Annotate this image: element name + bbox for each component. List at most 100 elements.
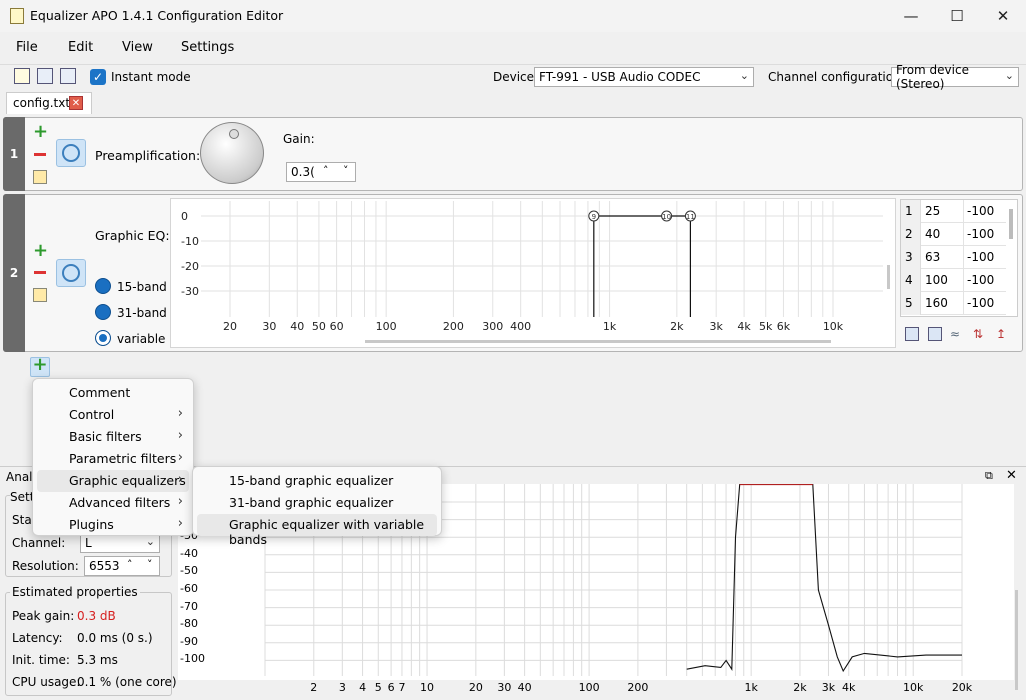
x-tick-label: 100 <box>376 320 397 333</box>
submenu-item[interactable]: Graphic equalizer with variable bands <box>197 514 437 547</box>
table-scrollbar[interactable] <box>1009 209 1013 239</box>
property-label: Peak gain: <box>12 609 75 623</box>
import-icon[interactable] <box>928 327 942 341</box>
x-tick-label: 200 <box>443 320 464 333</box>
radio-31-band[interactable] <box>95 304 111 320</box>
chevron-down-icon: ⌄ <box>1004 69 1014 82</box>
gain-cell[interactable]: -100 <box>967 273 994 287</box>
edit-icon[interactable] <box>33 288 47 302</box>
power-toggle-button[interactable] <box>56 259 86 287</box>
device-select[interactable]: FT-991 - USB Audio CODEC ⌄ <box>534 67 754 87</box>
gain-cell[interactable]: -100 <box>967 227 994 241</box>
spin-down-icon[interactable]: ˅ <box>147 558 153 571</box>
add-filter-button[interactable]: + <box>30 356 50 377</box>
eq-horizontal-scrollbar[interactable] <box>365 340 831 343</box>
table-row[interactable]: 1 25 -100 <box>901 200 1006 223</box>
menu-bar: File Edit View Settings <box>0 34 1026 60</box>
y-tick-label: -80 <box>180 617 198 631</box>
preamp-title: Preamplification: <box>95 148 201 163</box>
close-panel-icon[interactable]: ✕ <box>1006 468 1017 483</box>
menu-item-label: Comment <box>69 385 131 400</box>
channel-config-select[interactable]: From device (Stereo) ⌄ <box>891 63 1019 91</box>
remove-filter-icon[interactable] <box>34 271 46 274</box>
x-tick-label: 100 <box>578 681 600 694</box>
menu-view[interactable]: View <box>122 40 153 55</box>
menu-item-graphic-equalizers[interactable]: Graphic equalizers › <box>37 470 189 492</box>
x-tick-label: 20 <box>468 681 483 694</box>
frequency-cell[interactable]: 63 <box>925 250 940 264</box>
menu-file[interactable]: File <box>16 40 38 55</box>
menu-item-label: Graphic equalizers <box>69 473 186 488</box>
table-row[interactable]: 5 160 -100 <box>901 292 1006 315</box>
save-icon[interactable] <box>905 327 919 341</box>
gain-cell[interactable]: -100 <box>967 296 994 310</box>
new-file-icon[interactable] <box>14 68 30 84</box>
menu-item-basic-filters[interactable]: Basic filters › <box>37 426 189 448</box>
menu-item-control[interactable]: Control › <box>37 404 189 426</box>
x-tick-label: 5k <box>759 320 773 333</box>
edit-icon[interactable] <box>33 170 47 184</box>
property-value: 0.0 ms (0 s.) <box>77 631 153 645</box>
submenu-item[interactable]: 15-band graphic equalizer <box>197 470 437 492</box>
notepad-icon <box>10 8 24 24</box>
menu-item-plugins[interactable]: Plugins › <box>37 514 189 536</box>
gain-knob[interactable] <box>200 122 264 184</box>
table-row[interactable]: 4 100 -100 <box>901 269 1006 292</box>
channel-select[interactable]: L ⌄ <box>80 533 160 553</box>
add-filter-icon[interactable]: + <box>33 242 48 260</box>
float-panel-icon[interactable]: ⧉ <box>985 469 993 483</box>
save-as-icon[interactable] <box>60 68 76 84</box>
menu-item-comment[interactable]: Comment <box>37 382 189 404</box>
chevron-right-icon: › <box>177 450 183 465</box>
spin-up-icon[interactable]: ˄ <box>127 558 133 571</box>
menu-edit[interactable]: Edit <box>68 40 93 55</box>
gain-value: 0.3( <box>291 165 315 179</box>
analysis-scrollbar[interactable] <box>1015 590 1018 690</box>
normalize-icon[interactable]: ↥ <box>996 327 1012 341</box>
power-toggle-button[interactable] <box>56 139 86 167</box>
eq-vertical-scrollbar[interactable] <box>887 265 890 289</box>
gain-cell[interactable]: -100 <box>967 250 994 264</box>
close-icon[interactable]: ✕ <box>980 0 1026 32</box>
property-value: 0.1 % (one core) <box>77 675 177 689</box>
close-tab-icon[interactable]: ✕ <box>69 96 83 110</box>
frequency-cell[interactable]: 100 <box>925 273 948 287</box>
gain-cell[interactable]: -100 <box>967 204 994 218</box>
add-filter-menu: Comment Control › Basic filters › Parametric … <box>32 378 194 536</box>
invert-icon[interactable]: ⇅ <box>973 327 989 341</box>
y-tick-label: -90 <box>180 634 198 648</box>
chevron-right-icon: › <box>177 472 183 487</box>
flatten-icon[interactable]: ≈ <box>950 327 966 341</box>
submenu-item[interactable]: 31-band graphic equalizer <box>197 492 437 514</box>
frequency-cell[interactable]: 40 <box>925 227 940 241</box>
menu-item-advanced-filters[interactable]: Advanced filters › <box>37 492 189 514</box>
spin-down-icon[interactable]: ˅ <box>343 164 349 177</box>
frequency-cell[interactable]: 25 <box>925 204 940 218</box>
column-divider <box>963 292 964 315</box>
spin-up-icon[interactable]: ˄ <box>323 164 329 177</box>
table-row[interactable]: 3 63 -100 <box>901 246 1006 269</box>
property-value: 0.3 dB <box>77 609 116 623</box>
minimize-icon[interactable]: — <box>888 0 934 32</box>
remove-filter-icon[interactable] <box>34 153 46 156</box>
add-filter-icon[interactable]: + <box>33 123 48 141</box>
save-icon[interactable] <box>37 68 53 84</box>
maximize-icon[interactable]: ☐ <box>934 0 980 32</box>
device-value: FT-991 - USB Audio CODEC <box>539 70 701 84</box>
resolution-spinbox[interactable]: 6553 ˄ ˅ <box>84 556 160 576</box>
menu-item-parametric-filters[interactable]: Parametric filters › <box>37 448 189 470</box>
chevron-right-icon: › <box>177 516 183 531</box>
instant-mode-checkbox[interactable]: ✓ <box>90 69 106 85</box>
table-row[interactable]: 2 40 -100 <box>901 223 1006 246</box>
menu-item-label: Parametric filters <box>69 451 177 466</box>
gain-spinbox[interactable]: 0.3( ˄ ˅ <box>286 162 356 182</box>
radio-variable[interactable] <box>95 330 111 346</box>
menu-settings[interactable]: Settings <box>181 40 234 55</box>
radio-15-band[interactable] <box>95 278 111 294</box>
x-tick-label: 40 <box>290 320 304 333</box>
tab-config[interactable]: config.txt ✕ <box>6 92 92 114</box>
x-tick-label: 30 <box>262 320 276 333</box>
eq-graph[interactable]: 0 -10 -20 -30 20 30 40 50 60 100 200 300 400 1k 2k 3k 4k… <box>170 198 896 348</box>
x-tick-label: 4k <box>842 681 856 694</box>
frequency-cell[interactable]: 160 <box>925 296 948 310</box>
